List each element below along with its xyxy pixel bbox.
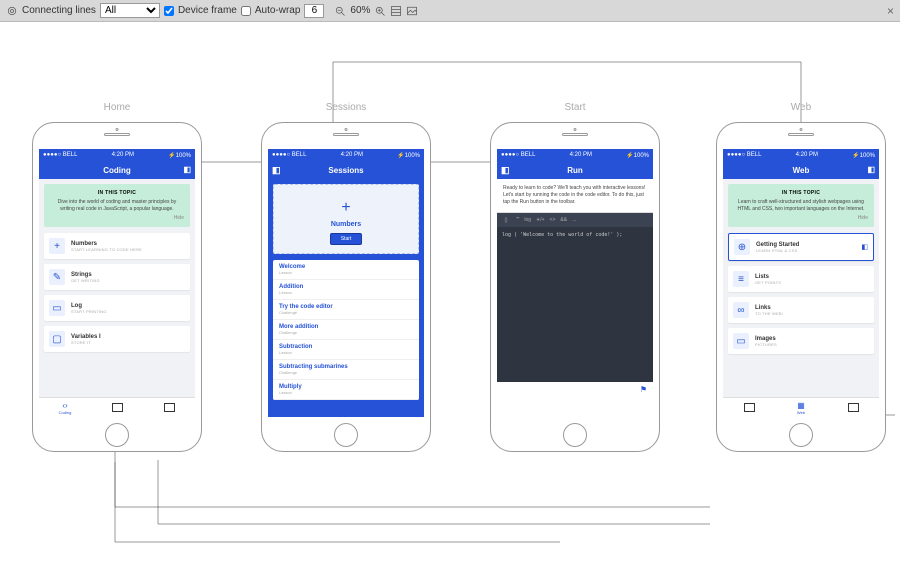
nav-header: ◧Run (497, 161, 653, 179)
flag-icon[interactable]: ⚑ (640, 385, 647, 394)
topic-banner: IN THIS TOPIC Learn to craft well-struct… (728, 184, 874, 227)
canvas[interactable]: Home Sessions Start Web ●●●●○ BELL4:20 P… (0, 22, 900, 562)
status-bar: ●●●●○ BELL4:20 PM⚡100% (39, 149, 195, 161)
auto-wrap-checkbox[interactable] (241, 6, 251, 16)
list-item[interactable]: Subtracting submarinesChallenge (273, 360, 419, 380)
list-item[interactable]: MultiplyLesson (273, 380, 419, 400)
image-icon: ▭ (733, 333, 749, 349)
status-bar: ●●●●○ BELL4:20 PM⚡100% (497, 149, 653, 161)
list-item[interactable]: More additionChallenge (273, 320, 419, 340)
auto-wrap-value[interactable] (304, 4, 324, 18)
status-bar: ●●●●○ BELL4:20 PM⚡100% (268, 149, 424, 161)
zoom-in-icon[interactable] (374, 5, 386, 17)
tab-bar: ‹›Coding (39, 397, 195, 417)
session-list: WelcomeLesson AdditionLesson Try the cod… (273, 260, 419, 400)
run-description: Ready to learn to code? We'll teach you … (497, 179, 653, 213)
session-header-card: + Numbers Start (273, 184, 419, 254)
list-icon: ≡ (733, 271, 749, 287)
back-icon[interactable]: ◧ (501, 165, 510, 176)
connecting-lines-label: Connecting lines (22, 5, 96, 16)
hide-link[interactable]: Hide (734, 215, 868, 221)
plus-icon: + (280, 199, 412, 217)
list-item[interactable]: +NumbersSTART LEARNING TO CODE HERE (44, 233, 190, 259)
tab-hotspot-1[interactable] (723, 398, 775, 417)
list-item[interactable]: AdditionLesson (273, 280, 419, 300)
tab-hotspot-1[interactable] (91, 398, 143, 417)
list-item[interactable]: ≡ListsGET POINTS (728, 266, 874, 292)
list-item[interactable]: ▢Variables ISTORE IT (44, 326, 190, 352)
zoom-level: 60% (350, 5, 370, 16)
nav-header: Web◧ (723, 161, 879, 179)
plus-icon: + (49, 238, 65, 254)
list-item[interactable]: Try the code editorChallenge (273, 300, 419, 320)
tab-bar: ▦Web (723, 397, 879, 417)
bookmark-icon: ◧ (861, 243, 868, 251)
log-icon: ▭ (49, 300, 65, 316)
topic-banner: IN THIS TOPIC Dive into the world of cod… (44, 184, 190, 227)
frame-label-home: Home (32, 102, 202, 113)
grid-icon[interactable] (390, 5, 402, 17)
link-icon: ∞ (733, 302, 749, 318)
start-button[interactable]: Start (330, 233, 363, 245)
frame-sessions: ●●●●○ BELL4:20 PM⚡100% ◧Sessions + Numbe… (261, 122, 431, 452)
toolbar: Connecting lines All Device frame Auto-w… (0, 0, 900, 22)
frame-label-start: Start (490, 102, 660, 113)
frame-web: ●●●●○ BELL4:20 PM⚡100% Web◧ IN THIS TOPI… (716, 122, 886, 452)
status-bar: ●●●●○ BELL4:20 PM⚡100% (723, 149, 879, 161)
hide-link[interactable]: Hide (50, 215, 184, 221)
bookmark-icon[interactable]: ◧ (867, 165, 875, 174)
globe-icon: ⊕ (734, 239, 750, 255)
gear-icon[interactable] (6, 5, 18, 17)
list-item[interactable]: ▭ImagesPICTURES (728, 328, 874, 354)
tab-coding[interactable]: ‹›Coding (39, 398, 91, 417)
nav-header: Coding◧ (39, 161, 195, 179)
list-item[interactable]: ▭LogSTART PRINTING (44, 295, 190, 321)
back-icon[interactable]: ◧ (272, 165, 281, 176)
frame-start: ●●●●○ BELL4:20 PM⚡100% ◧Run Ready to lea… (490, 122, 660, 452)
nav-header: ◧Sessions (268, 161, 424, 179)
tab-hotspot-2[interactable] (827, 398, 879, 417)
connecting-lines-filter[interactable]: All (100, 3, 160, 18)
list-item[interactable]: SubtractionLesson (273, 340, 419, 360)
device-frame-checkbox[interactable] (164, 6, 174, 16)
frame-home: ●●●●○ BELL4:20 PM⚡100% Coding◧ IN THIS T… (32, 122, 202, 452)
auto-wrap-label: Auto-wrap (255, 5, 301, 16)
list-item[interactable]: WelcomeLesson (273, 260, 419, 280)
box-icon: ▢ (49, 331, 65, 347)
frame-label-sessions: Sessions (261, 102, 431, 113)
tab-web[interactable]: ▦Web (775, 398, 827, 417)
close-icon[interactable]: × (887, 4, 894, 18)
device-frame-label: Device frame (178, 5, 237, 16)
list-item[interactable]: ⊕Getting StartedLEARN HTML & CSS◧ (728, 233, 874, 261)
code-editor[interactable]: log ( 'Welcome to the world of code!' ); (497, 227, 653, 382)
flag-bar: ⚑ (497, 382, 653, 396)
list-item[interactable]: ✎StringsGET WRITING (44, 264, 190, 290)
bookmark-icon[interactable]: ◧ (183, 165, 191, 174)
zoom-out-icon[interactable] (334, 5, 346, 17)
code-toolbar: ｛｝“”log∗/+<>&&... (497, 213, 653, 227)
list-item[interactable]: ∞LinksTO THE WEB! (728, 297, 874, 323)
frame-label-web: Web (716, 102, 886, 113)
image-icon[interactable] (406, 5, 418, 17)
tab-hotspot-2[interactable] (143, 398, 195, 417)
pencil-icon: ✎ (49, 269, 65, 285)
